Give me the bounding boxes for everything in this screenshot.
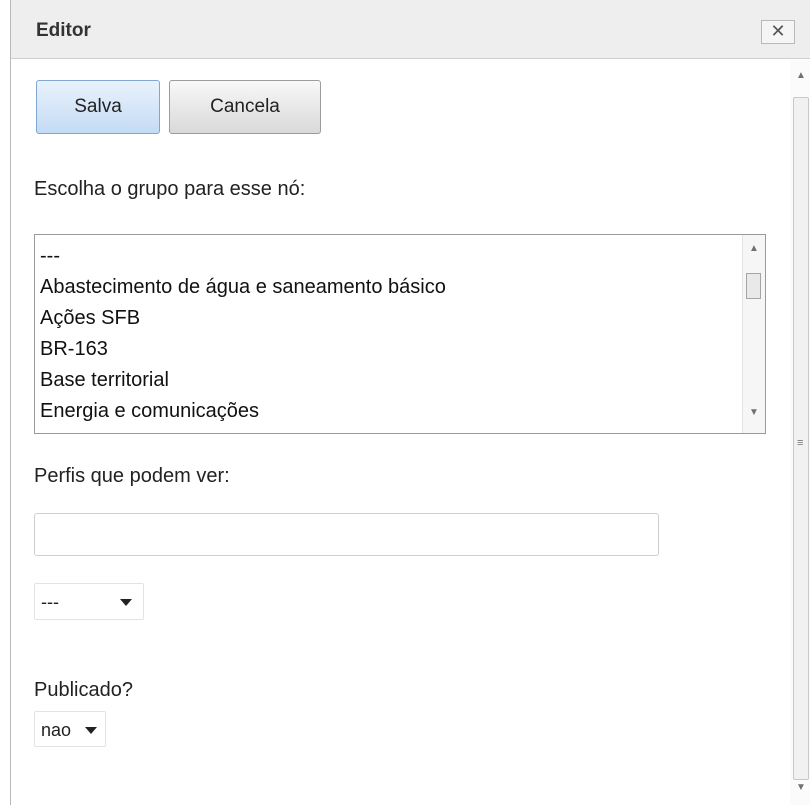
cancel-button[interactable]: Cancela (169, 80, 321, 134)
profiles-select[interactable]: --- (34, 583, 144, 620)
group-listbox[interactable]: --- Abastecimento de água e saneamento b… (34, 234, 766, 434)
close-icon: ✕ (770, 21, 786, 41)
chevron-down-icon (120, 599, 132, 606)
arrow-down-icon[interactable]: ▼ (790, 782, 810, 793)
profiles-select-value: --- (41, 592, 59, 612)
save-button[interactable]: Salva (36, 80, 160, 134)
arrow-up-icon[interactable]: ▲ (743, 243, 765, 254)
chevron-down-icon (85, 727, 97, 734)
close-button[interactable]: ✕ (761, 20, 795, 44)
listbox-scrollbar[interactable]: ▲ ▼ (742, 235, 765, 433)
group-option[interactable]: Ações SFB (40, 303, 446, 334)
group-options: --- Abastecimento de água e saneamento b… (40, 241, 446, 427)
group-option[interactable]: Abastecimento de água e saneamento básic… (40, 272, 446, 303)
grip-icon: ≡ (797, 437, 804, 449)
published-select[interactable]: nao (34, 711, 106, 747)
dialog-titlebar: Editor ✕ (11, 0, 810, 59)
published-select-value: nao (41, 720, 72, 740)
listbox-scroll-thumb[interactable] (746, 273, 761, 299)
dialog-scrollbar[interactable]: ▲ ≡ ▼ (790, 60, 810, 805)
arrow-up-icon[interactable]: ▲ (790, 70, 810, 81)
group-option[interactable]: Base territorial (40, 365, 446, 396)
group-option[interactable]: Energia e comunicações (40, 396, 446, 427)
editor-dialog: Editor ✕ Salva Cancela Escolha o grupo p… (10, 0, 810, 805)
group-option[interactable]: BR-163 (40, 334, 446, 365)
group-label: Escolha o grupo para esse nó: (34, 178, 306, 200)
dialog-scroll-thumb[interactable]: ≡ (793, 97, 809, 780)
group-option[interactable]: --- (40, 241, 446, 272)
published-label: Publicado? (34, 679, 133, 701)
arrow-down-icon[interactable]: ▼ (743, 407, 765, 418)
dialog-title: Editor (36, 20, 91, 41)
profiles-input[interactable] (34, 513, 659, 556)
profiles-label: Perfis que podem ver: (34, 465, 230, 487)
